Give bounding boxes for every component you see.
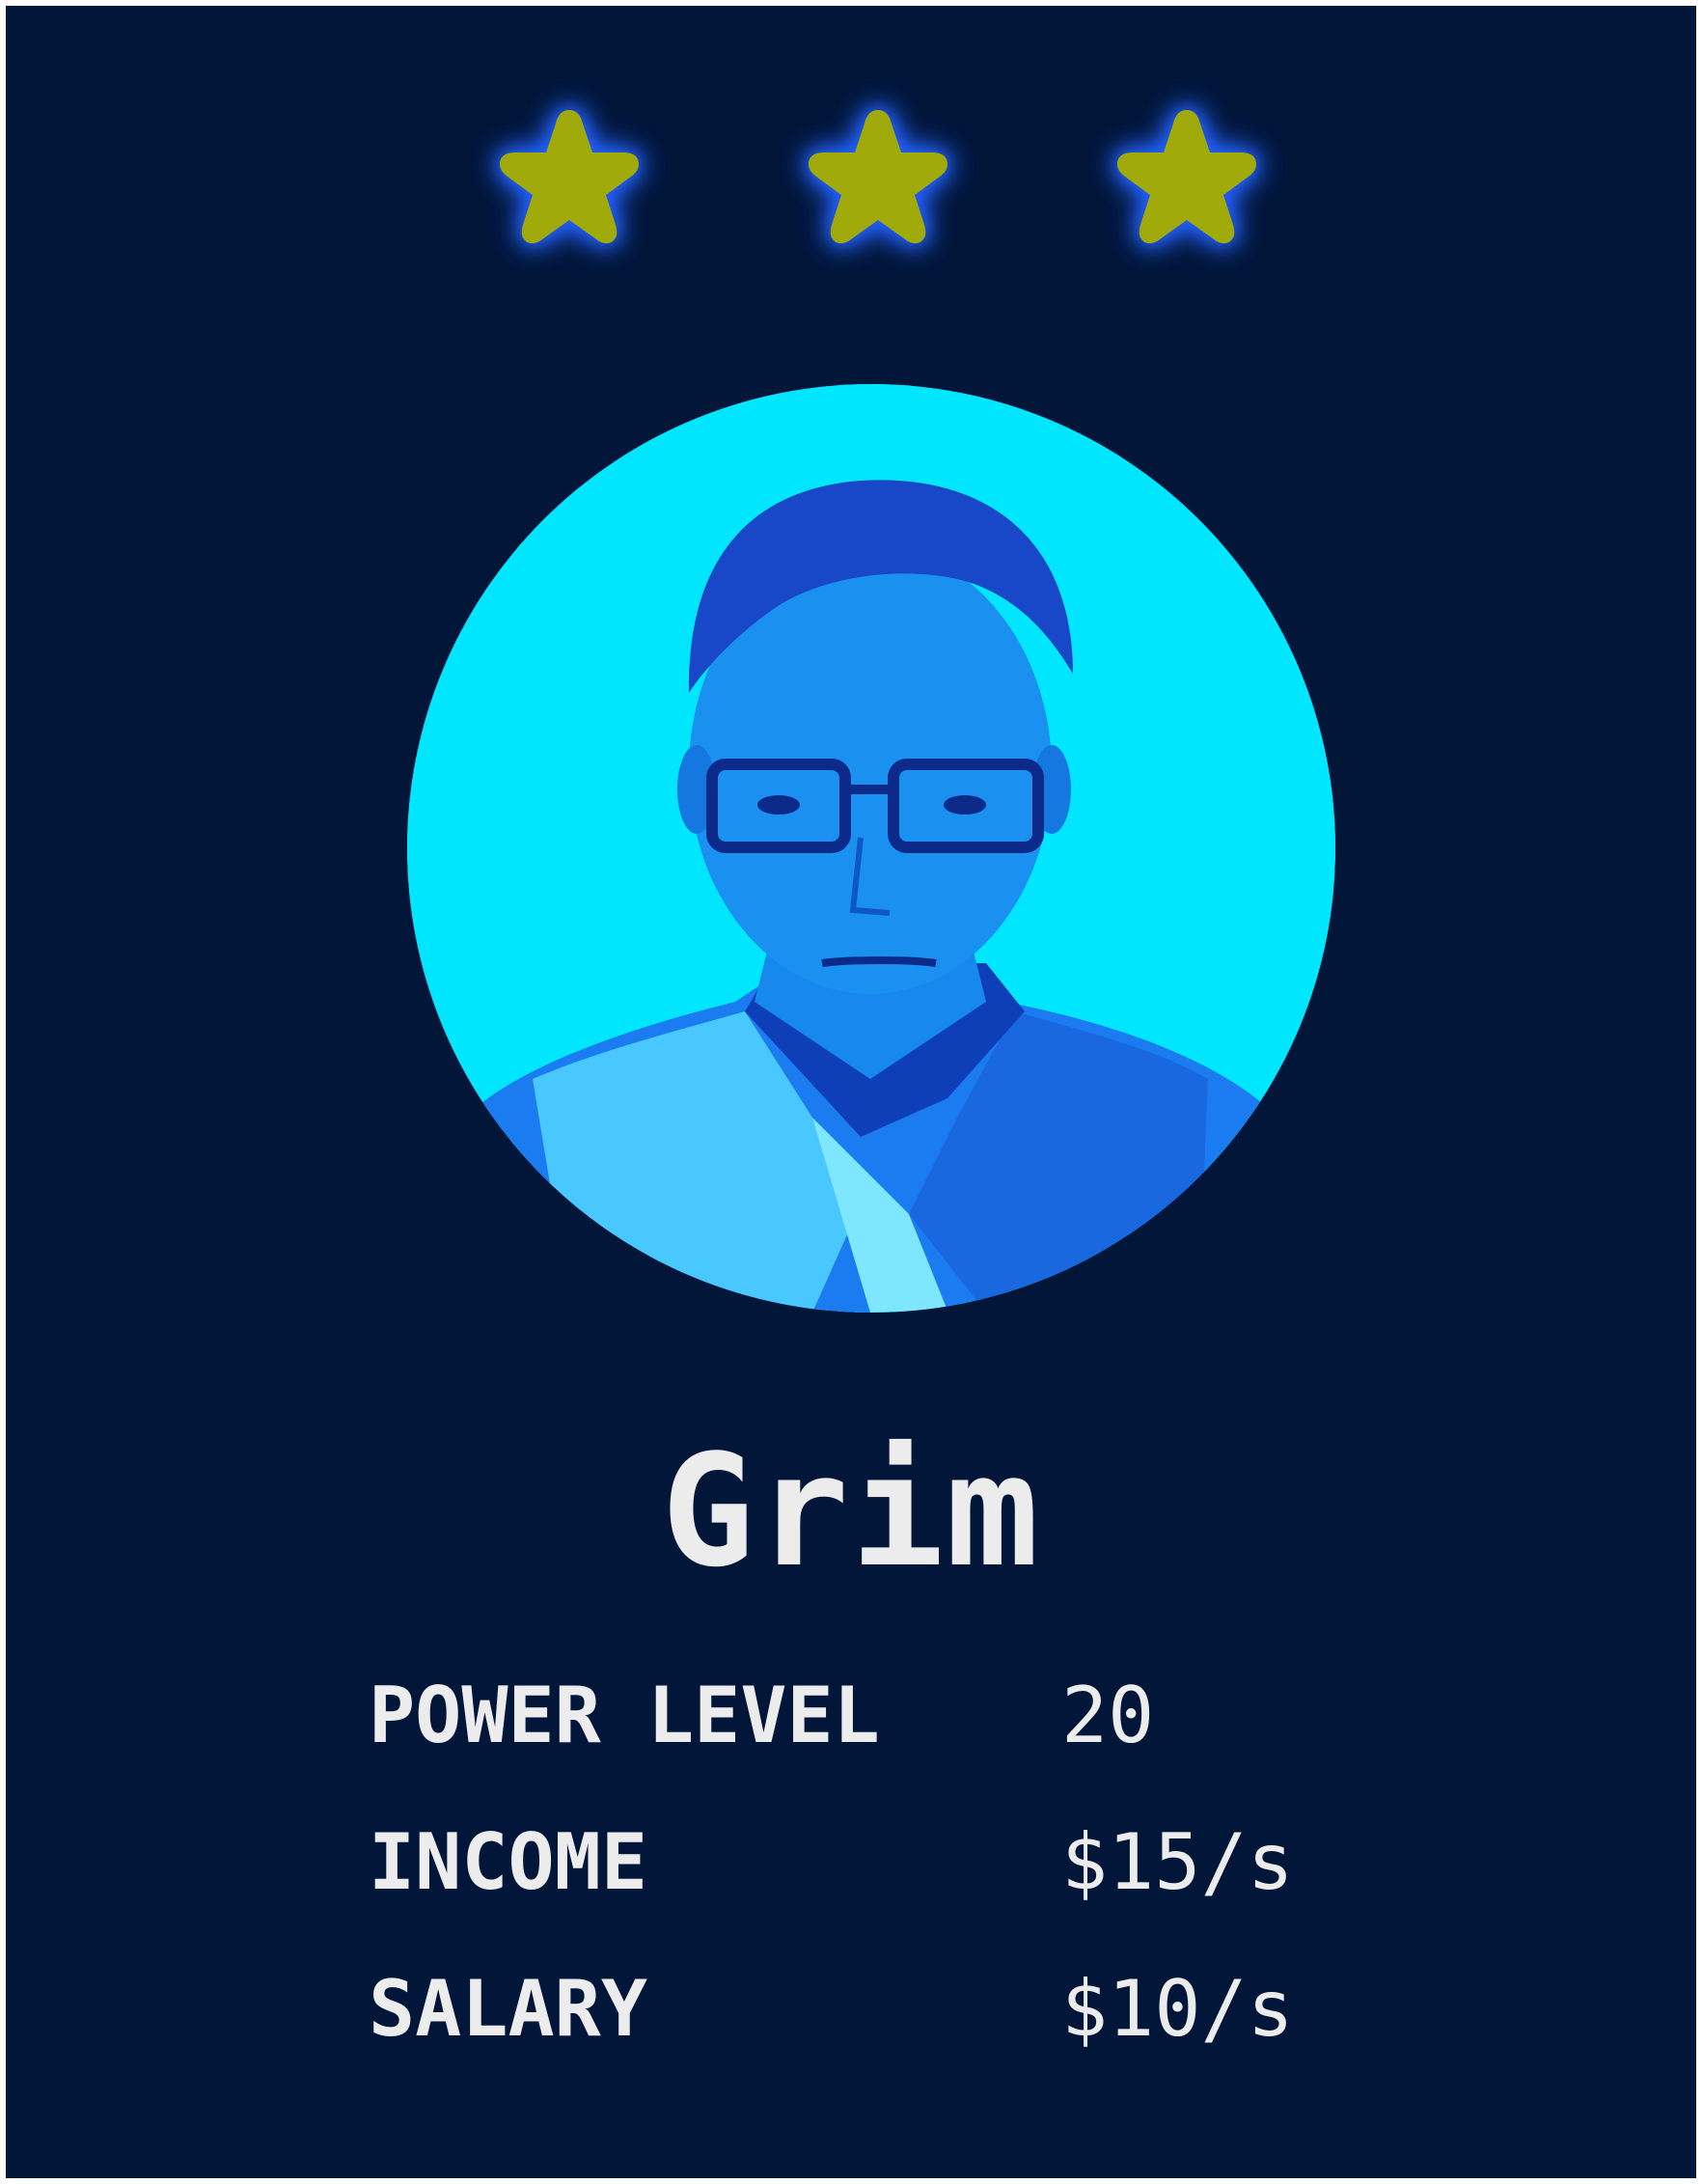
stat-label: INCOME xyxy=(369,1817,647,1907)
stat-value: $15/s xyxy=(1061,1817,1294,1907)
player-card: Grim POWER LEVEL 20 INCOME $15/s SALARY … xyxy=(6,6,1696,2178)
player-name: Grim xyxy=(661,1421,1041,1601)
stat-row-salary: SALARY $10/s xyxy=(369,1961,1430,2108)
stats-table: POWER LEVEL 20 INCOME $15/s SALARY $10/s xyxy=(369,1668,1430,2108)
player-portrait xyxy=(407,384,1335,1313)
stat-value: 20 xyxy=(1061,1671,1155,1760)
star-rating xyxy=(6,98,1696,291)
stat-row-power-level: POWER LEVEL 20 xyxy=(369,1668,1430,1814)
stat-label: SALARY xyxy=(369,1964,647,2054)
stat-row-income: INCOME $15/s xyxy=(369,1814,1430,1961)
stat-value: $10/s xyxy=(1061,1964,1294,2054)
star-icon xyxy=(782,98,975,291)
star-icon xyxy=(473,98,666,291)
stat-label: POWER LEVEL xyxy=(369,1671,880,1760)
star-icon xyxy=(1090,98,1283,291)
